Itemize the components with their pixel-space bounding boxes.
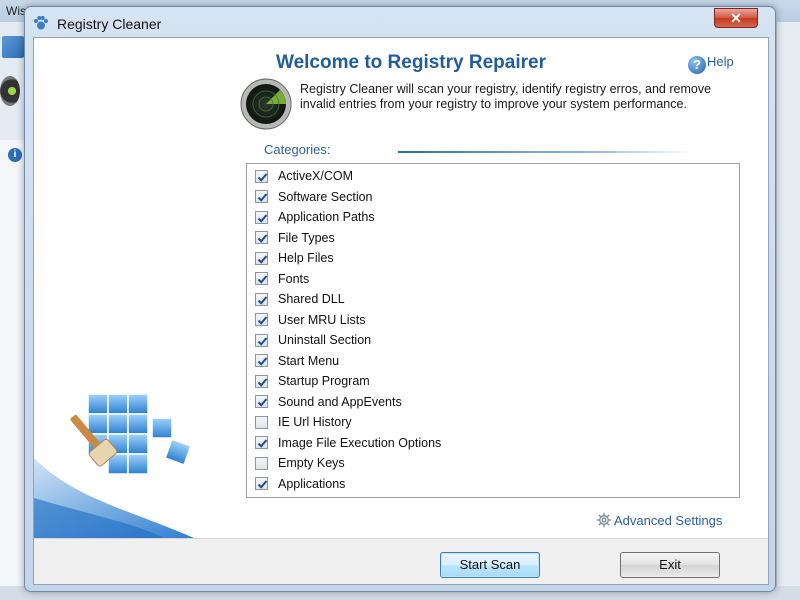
category-checkbox[interactable] xyxy=(255,395,268,408)
start-scan-button[interactable]: Start Scan xyxy=(440,552,540,578)
category-checkbox[interactable] xyxy=(255,374,268,388)
category-checkbox[interactable] xyxy=(255,210,268,224)
advanced-settings-link[interactable]: Advanced Settings xyxy=(596,512,722,528)
background-right-panel xyxy=(776,22,800,586)
category-item[interactable]: Image File Execution Options xyxy=(255,433,441,453)
category-item[interactable]: Software Section xyxy=(255,187,373,207)
background-gauge-icon[interactable] xyxy=(0,76,20,106)
category-item[interactable]: Startup Program xyxy=(255,371,370,391)
category-item[interactable]: Applications xyxy=(255,474,345,494)
category-checkbox[interactable] xyxy=(255,190,268,203)
exit-button[interactable]: Exit xyxy=(620,552,720,578)
category-checkbox[interactable] xyxy=(255,354,268,367)
page-title: Welcome to Registry Repairer xyxy=(276,52,546,73)
category-checkbox[interactable] xyxy=(255,251,268,265)
category-item[interactable]: User MRU Lists xyxy=(255,310,366,330)
background-side-panel xyxy=(0,140,26,590)
category-item[interactable]: Uninstall Section xyxy=(255,330,371,350)
category-checkbox[interactable] xyxy=(255,477,268,490)
categories-label: Categories: xyxy=(264,142,331,157)
category-item[interactable]: Application Paths xyxy=(255,207,375,227)
category-checkbox[interactable] xyxy=(255,272,268,285)
category-label: Startup Program xyxy=(278,374,370,388)
category-label: Start Menu xyxy=(278,353,340,368)
category-label: Applications xyxy=(278,476,346,491)
background-info-icon: i xyxy=(8,148,22,162)
category-checkbox[interactable] xyxy=(255,231,268,244)
category-label: User MRU Lists xyxy=(278,312,366,327)
category-checkbox[interactable] xyxy=(255,292,268,306)
paw-app-icon xyxy=(34,16,48,30)
category-checkbox[interactable] xyxy=(255,436,268,449)
dialog-content: Welcome to Registry Repairer ? Help Regis… xyxy=(33,37,769,585)
category-checkbox[interactable] xyxy=(255,333,268,347)
registry-cleaner-dialog: Registry Cleaner ✕ Welcome to Registry R… xyxy=(24,6,776,592)
radar-gauge-icon xyxy=(240,78,292,130)
category-item[interactable]: File Types xyxy=(255,228,335,248)
category-checkbox[interactable] xyxy=(255,456,268,470)
category-label: Sound and AppEvents xyxy=(278,394,402,409)
category-item[interactable]: Start Menu xyxy=(255,351,339,371)
category-label: Application Paths xyxy=(278,210,375,224)
category-label: Help Files xyxy=(278,251,334,265)
help-label: Help xyxy=(707,54,734,69)
category-label: Uninstall Section xyxy=(278,333,372,347)
category-item[interactable]: Shared DLL xyxy=(255,289,345,309)
background-grid-icon[interactable] xyxy=(2,36,24,58)
category-label: Software Section xyxy=(278,189,373,204)
dialog-title: Registry Cleaner xyxy=(57,16,162,32)
category-checkbox[interactable] xyxy=(255,313,268,326)
category-checkbox[interactable] xyxy=(255,169,268,183)
category-label: ActiveX/COM xyxy=(278,169,354,183)
category-item[interactable]: Help Files xyxy=(255,248,334,268)
category-label: Fonts xyxy=(278,271,310,286)
categories-list: ActiveX/COM Software Section Application… xyxy=(246,163,740,498)
category-item[interactable]: IE Url History xyxy=(255,412,352,432)
category-item[interactable]: Empty Keys xyxy=(255,453,345,473)
category-checkbox[interactable] xyxy=(255,415,268,429)
gear-icon xyxy=(596,512,612,528)
description-text: Registry Cleaner will scan your registry… xyxy=(300,82,712,111)
category-label: File Types xyxy=(278,230,335,245)
category-item[interactable]: Sound and AppEvents xyxy=(255,392,402,412)
category-label: Shared DLL xyxy=(278,292,345,306)
category-label: IE Url History xyxy=(278,415,352,429)
category-label: Image File Execution Options xyxy=(278,435,442,450)
help-icon: ? xyxy=(688,56,706,74)
categories-divider xyxy=(398,151,690,153)
category-item[interactable]: Fonts xyxy=(255,269,309,289)
registry-cubes-broom-icon xyxy=(70,393,190,475)
dialog-title-bar[interactable]: Registry Cleaner ✕ xyxy=(25,7,775,37)
close-button[interactable]: ✕ xyxy=(714,8,758,28)
category-label: Empty Keys xyxy=(278,456,345,470)
help-link[interactable]: ? Help xyxy=(688,54,734,74)
category-item[interactable]: ActiveX/COM xyxy=(255,166,353,186)
advanced-settings-label: Advanced Settings xyxy=(614,513,723,528)
